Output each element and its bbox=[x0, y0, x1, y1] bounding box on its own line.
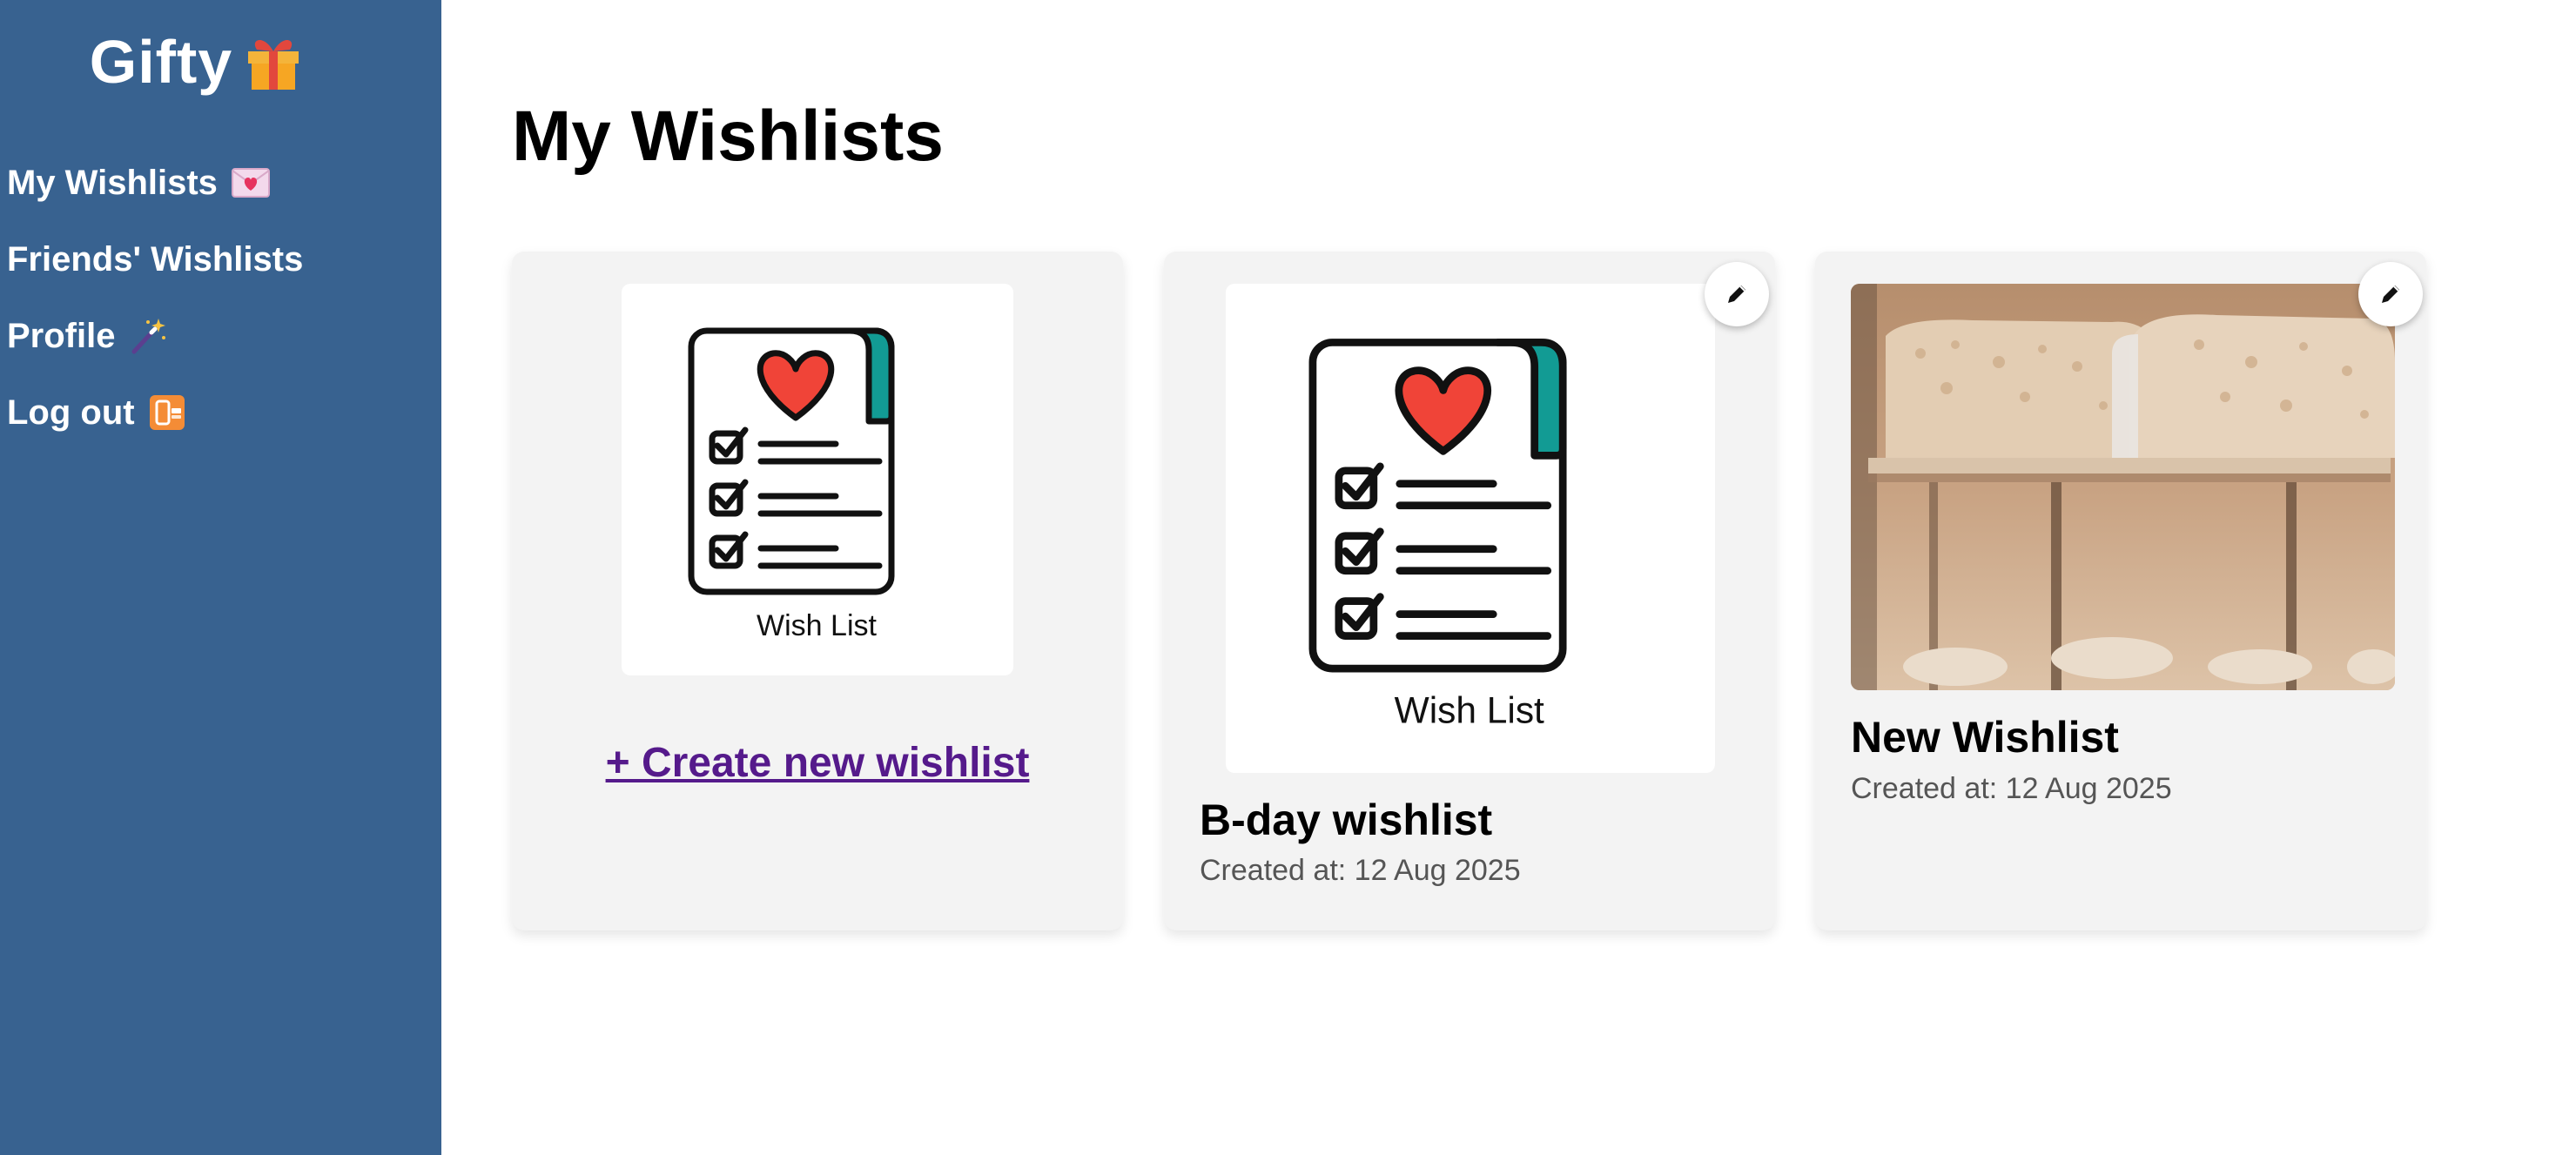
gift-icon bbox=[245, 30, 302, 110]
sidebar-item-my-wishlists[interactable]: My Wishlists bbox=[7, 157, 303, 209]
sidebar: Gifty My Wishlists Friends' Wishlists Pr… bbox=[0, 0, 441, 1155]
sidebar-item-friends-wishlists[interactable]: Friends' Wishlists bbox=[7, 233, 303, 285]
app: Gifty My Wishlists Friends' Wishlists Pr… bbox=[0, 0, 2576, 1155]
wishlist-title[interactable]: New Wishlist bbox=[1851, 712, 2119, 762]
sidebar-item-label: Profile bbox=[7, 316, 116, 355]
sidebar-nav: My Wishlists Friends' Wishlists Profile bbox=[7, 157, 303, 463]
mobile-off-icon bbox=[149, 394, 185, 431]
wishlist-thumbnail: Wish List bbox=[1226, 284, 1715, 773]
brand[interactable]: Gifty bbox=[0, 23, 392, 110]
sidebar-item-label: Friends' Wishlists bbox=[7, 239, 304, 279]
love-letter-icon bbox=[231, 168, 270, 198]
brand-name: Gifty bbox=[89, 28, 233, 96]
edit-wishlist-button[interactable] bbox=[2358, 262, 2423, 326]
main-content: My Wishlists Wish List + Create new wish… bbox=[441, 0, 2576, 1155]
wish-list-caption: Wish List bbox=[1395, 690, 1544, 731]
wishlist-title[interactable]: B-day wishlist bbox=[1200, 795, 1492, 845]
wish-list-illustration: Wish List bbox=[688, 327, 895, 642]
edit-wishlist-button[interactable] bbox=[1705, 262, 1769, 326]
wishlist-created-date: Created at: 12 Aug 2025 bbox=[1851, 772, 2172, 805]
sidebar-item-profile[interactable]: Profile bbox=[7, 310, 303, 362]
page-title: My Wishlists bbox=[512, 97, 944, 176]
sidebar-item-log-out[interactable]: Log out bbox=[7, 386, 303, 439]
wish-list-illustration: Wish List bbox=[1308, 339, 1567, 731]
wishlist-photo bbox=[1851, 284, 2395, 690]
wish-list-caption: Wish List bbox=[757, 609, 877, 642]
pencil-icon bbox=[1728, 285, 1745, 303]
wishlist-thumbnail: Wish List bbox=[622, 284, 1013, 675]
sidebar-item-label: Log out bbox=[7, 393, 135, 432]
wishlist-created-date: Created at: 12 Aug 2025 bbox=[1200, 854, 1521, 887]
pencil-icon bbox=[2382, 285, 2399, 303]
create-wishlist-card[interactable]: Wish List + Create new wishlist bbox=[512, 252, 1123, 930]
wishlist-card[interactable]: New Wishlist Created at: 12 Aug 2025 bbox=[1815, 252, 2426, 930]
magic-wand-icon bbox=[129, 317, 167, 355]
wishlist-card[interactable]: Wish List B-day wishlist Created at: 12 … bbox=[1164, 252, 1775, 930]
sidebar-item-label: My Wishlists bbox=[7, 163, 218, 202]
bakery-display-image bbox=[1851, 284, 2395, 690]
create-wishlist-link[interactable]: + Create new wishlist bbox=[512, 739, 1123, 787]
